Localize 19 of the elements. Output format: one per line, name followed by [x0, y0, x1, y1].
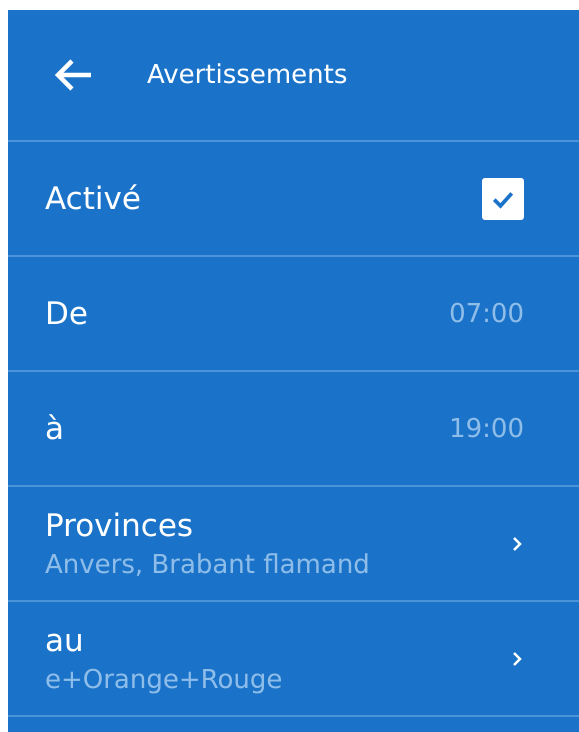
setting-label: De [45, 296, 88, 332]
back-arrow-icon[interactable] [53, 58, 93, 92]
time-setting-row[interactable]: De 07:00 [8, 257, 579, 372]
time-value: 07:00 [449, 298, 524, 328]
setting-summary: e+Orange+Rouge [45, 664, 282, 694]
navigation-row[interactable]: au e+Orange+Rouge [8, 602, 579, 717]
screen-title: Avertissements [147, 60, 348, 90]
time-value: 19:00 [449, 414, 524, 444]
setting-label: Provinces [45, 508, 194, 544]
checkbox[interactable] [482, 178, 524, 220]
setting-label: au [45, 622, 85, 658]
setting-summary: Anvers, Brabant flamand [45, 550, 370, 580]
checkbox-setting-row[interactable]: Activé [8, 142, 579, 257]
time-setting-row[interactable]: à 19:00 [8, 372, 579, 487]
setting-label: à [45, 410, 64, 446]
chevron-right-icon [512, 650, 522, 666]
chevron-right-icon [512, 536, 522, 552]
setting-label: Activé [45, 180, 141, 216]
navigation-row[interactable]: Provinces Anvers, Brabant flamand [8, 487, 579, 602]
